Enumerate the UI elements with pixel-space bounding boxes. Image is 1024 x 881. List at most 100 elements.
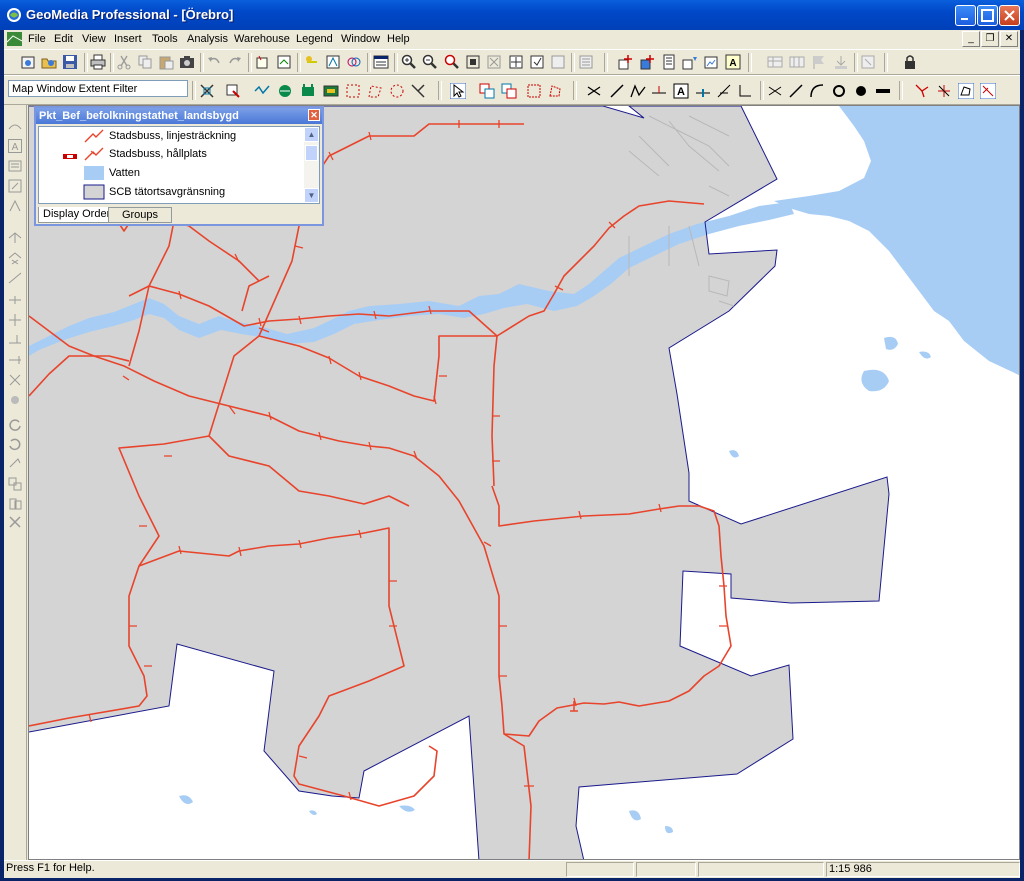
menu-file[interactable]: File	[28, 33, 46, 45]
feature-info-icon[interactable]	[276, 54, 292, 70]
label-tool-icon[interactable]	[8, 159, 22, 173]
split-icon[interactable]	[8, 313, 22, 327]
menu-warehouse[interactable]: Warehouse	[234, 33, 290, 45]
legend-entry[interactable]: Stadsbuss, linjesträckning	[39, 127, 305, 145]
print-icon[interactable]	[90, 54, 106, 70]
extend-icon[interactable]	[8, 353, 22, 367]
close-button[interactable]	[999, 5, 1020, 26]
move-vertex-icon[interactable]	[8, 199, 22, 213]
snap-midpoint-icon[interactable]	[875, 83, 891, 99]
insert-feature-icon[interactable]	[618, 54, 634, 70]
minimize-button[interactable]	[955, 5, 976, 26]
linear-network-icon[interactable]	[254, 83, 270, 99]
table-icon[interactable]	[767, 54, 783, 70]
map-tool-icon[interactable]	[323, 83, 339, 99]
scroll-down-button[interactable]: ▼	[304, 188, 319, 203]
menu-legend[interactable]: Legend	[296, 33, 333, 45]
continue-geometry-icon[interactable]	[936, 83, 952, 99]
scroll-up-button[interactable]: ▲	[304, 127, 319, 142]
reverse-icon[interactable]	[8, 457, 22, 471]
menu-tools[interactable]: Tools	[152, 33, 178, 45]
legend-entry[interactable]: Stadsbuss, hållplats	[39, 145, 305, 163]
split-line-icon[interactable]	[695, 83, 711, 99]
trim-icon[interactable]	[8, 333, 22, 347]
draw-line-icon[interactable]	[609, 83, 625, 99]
hyperlink-icon[interactable]	[304, 54, 320, 70]
spatial-filter-dropdown[interactable]: Map Window Extent Filter	[8, 80, 188, 97]
zoom-to-selected-icon[interactable]	[444, 54, 460, 70]
draw-arc-icon[interactable]	[8, 119, 22, 133]
fence-polygon-icon[interactable]	[547, 83, 563, 99]
fit-all-icon[interactable]	[465, 54, 481, 70]
attribute-query-icon[interactable]	[325, 54, 341, 70]
legend-window[interactable]: Pkt_Bef_befolkningstathet_landsbygd ✕ St…	[34, 106, 324, 226]
fence-rectangle-icon[interactable]	[526, 83, 542, 99]
save-geoworkspace-icon[interactable]	[62, 54, 78, 70]
mdi-close-button[interactable]: ✕	[1000, 31, 1018, 47]
select-rectangle-icon[interactable]	[345, 83, 361, 99]
insert-image-icon[interactable]	[703, 54, 719, 70]
mdi-minimize-button[interactable]: _	[962, 31, 980, 47]
insert-text-tool-icon[interactable]: A	[673, 83, 689, 99]
data-window-icon[interactable]	[373, 54, 389, 70]
cut-icon[interactable]	[116, 54, 132, 70]
extend-line-icon[interactable]	[716, 83, 732, 99]
paste-features-icon[interactable]	[501, 83, 517, 99]
delete-geometry-icon[interactable]	[8, 515, 22, 529]
legend-title-bar[interactable]: Pkt_Bef_befolkningstathet_landsbygd ✕	[36, 108, 322, 124]
legend-scrollbar[interactable]: ▲ ▼	[304, 127, 319, 203]
map-window-icon[interactable]	[7, 32, 22, 46]
insert-label-icon[interactable]	[682, 54, 698, 70]
select-circle-icon[interactable]	[389, 83, 405, 99]
snap-line-icon[interactable]	[788, 83, 804, 99]
spatial-filter-icon[interactable]	[199, 83, 215, 99]
text-tool-icon[interactable]: A	[8, 139, 22, 153]
new-geoworkspace-icon[interactable]	[20, 54, 36, 70]
legend-display-icon[interactable]	[578, 54, 594, 70]
select-tool-icon[interactable]	[450, 83, 466, 99]
copy-features-icon[interactable]	[479, 83, 495, 99]
right-angle-icon[interactable]	[737, 83, 753, 99]
maximize-button[interactable]	[977, 5, 998, 26]
select-set-properties-icon[interactable]	[255, 54, 271, 70]
pan-icon[interactable]	[508, 54, 524, 70]
network-trace-icon[interactable]	[277, 83, 293, 99]
insert-area-icon[interactable]	[640, 54, 656, 70]
legend-entry[interactable]: Vatten	[39, 164, 305, 182]
tab-display-order[interactable]: Display Order	[38, 207, 116, 223]
break-line-icon[interactable]	[8, 293, 22, 307]
open-geoworkspace-icon[interactable]	[41, 54, 57, 70]
intersect-icon[interactable]	[8, 373, 22, 387]
continue-line-icon[interactable]	[8, 271, 22, 285]
feature-validation-icon[interactable]	[300, 83, 316, 99]
smart-locate-icon[interactable]	[980, 83, 996, 99]
rotate-icon[interactable]	[8, 417, 22, 431]
refresh-icon[interactable]	[529, 54, 545, 70]
lock-icon[interactable]	[902, 54, 918, 70]
layout-window-icon[interactable]	[860, 54, 876, 70]
select-polygon-icon[interactable]	[367, 83, 383, 99]
snap-circle-icon[interactable]	[831, 83, 847, 99]
merge-icon[interactable]	[8, 477, 22, 491]
copy-icon[interactable]	[137, 54, 153, 70]
flag-icon[interactable]	[811, 54, 827, 70]
fit-selected-icon[interactable]	[486, 54, 502, 70]
attach-label-icon[interactable]	[8, 179, 22, 193]
previous-view-icon[interactable]	[550, 54, 566, 70]
zoom-out-icon[interactable]	[422, 54, 438, 70]
snap-arc-icon[interactable]	[809, 83, 825, 99]
paste-icon[interactable]	[158, 54, 174, 70]
scroll-thumb[interactable]	[305, 145, 318, 161]
tab-groups[interactable]: Groups	[108, 207, 172, 223]
menu-view[interactable]: View	[82, 33, 106, 45]
legend-entry[interactable]: SCB tätortsavgränsning	[39, 183, 305, 201]
menu-edit[interactable]: Edit	[54, 33, 73, 45]
topology-icon[interactable]	[914, 83, 930, 99]
zoom-in-icon[interactable]	[401, 54, 417, 70]
export-icon[interactable]	[833, 54, 849, 70]
insert-vertex-icon[interactable]	[8, 231, 22, 245]
edit-geometry-icon[interactable]	[958, 83, 974, 99]
undo-icon[interactable]	[206, 54, 222, 70]
snap-icon[interactable]	[8, 393, 22, 407]
menu-insert[interactable]: Insert	[114, 33, 142, 45]
